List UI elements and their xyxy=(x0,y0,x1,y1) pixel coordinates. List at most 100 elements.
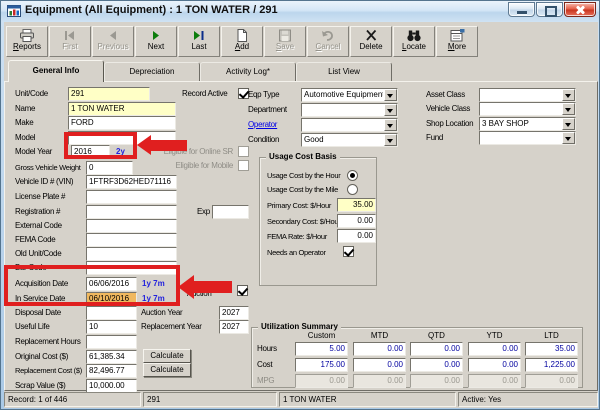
gvw-label: Gross Vehicle Weight xyxy=(15,163,81,172)
old-unit-code-label: Old Unit/Code xyxy=(15,249,62,258)
fema-rate-label: FEMA Rate: $/Hour xyxy=(267,232,327,241)
dropdown-arrow-icon[interactable] xyxy=(384,134,397,146)
calculate-original-cost-button[interactable]: Calculate xyxy=(143,349,191,363)
disposal-date-label: Disposal Date xyxy=(15,308,61,317)
tab-depreciation[interactable]: Depreciation xyxy=(104,62,200,82)
model-year-arrow-icon xyxy=(137,135,151,155)
util-col-custom: Custom xyxy=(307,331,336,340)
external-code-field[interactable] xyxy=(86,219,177,233)
usage-by-mile-radio[interactable] xyxy=(347,184,358,195)
util-cost-ytd: 0.00 xyxy=(468,358,521,372)
util-row-cost-label: Cost xyxy=(257,360,273,369)
license-plate-field[interactable] xyxy=(86,190,177,204)
original-cost-field[interactable]: 61,385.34 xyxy=(86,350,137,364)
shop-location-dropdown[interactable]: 3 BAY SHOP xyxy=(479,117,576,131)
minimize-icon xyxy=(517,11,527,14)
unit-code-label: Unit/Code xyxy=(15,89,48,98)
calculate-replacement-cost-button[interactable]: Calculate xyxy=(143,363,191,377)
scrap-value-label: Scrap Value ($) xyxy=(15,381,66,390)
util-col-ytd: YTD xyxy=(486,331,503,340)
dropdown-arrow-icon[interactable] xyxy=(562,89,575,101)
disposal-date-field[interactable] xyxy=(86,306,137,320)
cancel-button: Cancel xyxy=(307,26,349,57)
status-active: Active: Yes xyxy=(458,392,598,407)
titlebar[interactable]: Equipment (All Equipment) : 1 TON WATER … xyxy=(1,1,599,22)
unit-code-field[interactable]: 291 xyxy=(68,87,150,101)
app-icon xyxy=(7,5,21,17)
license-plate-label: License Plate # xyxy=(15,192,66,201)
delete-button[interactable]: Delete xyxy=(350,26,392,57)
service-date-highlight-box xyxy=(4,265,180,306)
operator-dropdown[interactable] xyxy=(301,118,398,132)
secondary-cost-field[interactable]: 0.00 xyxy=(337,214,376,228)
util-col-ltd: LTD xyxy=(544,331,559,340)
usage-by-hour-label: Usage Cost by the Hour xyxy=(267,171,341,180)
registration-field[interactable] xyxy=(86,205,177,219)
next-button[interactable]: Next xyxy=(135,26,177,57)
vehicle-class-dropdown[interactable] xyxy=(479,102,576,116)
dropdown-arrow-icon[interactable] xyxy=(562,118,575,130)
model-year-label: Model Year xyxy=(15,147,53,156)
dropdown-arrow-icon[interactable] xyxy=(562,132,575,144)
replacement-cost-field[interactable]: 82,496.77 xyxy=(86,364,137,378)
old-unit-code-field[interactable] xyxy=(86,247,177,261)
eqp-type-dropdown[interactable]: Automotive Equipment xyxy=(301,88,398,102)
binoculars-icon xyxy=(407,30,421,42)
fund-dropdown[interactable] xyxy=(479,131,576,145)
make-field[interactable]: FORD xyxy=(68,116,176,130)
operator-link[interactable]: Operator xyxy=(248,120,277,129)
usage-by-mile-label: Usage Cost by the Mile xyxy=(267,185,338,194)
needs-operator-label: Needs an Operator xyxy=(267,248,326,257)
shop-location-label: Shop Location xyxy=(426,119,474,128)
more-button[interactable]: More xyxy=(436,26,478,57)
tab-list-view[interactable]: List View xyxy=(296,62,392,82)
asset-class-label: Asset Class xyxy=(426,90,465,99)
needs-operator-checkbox[interactable] xyxy=(343,246,354,257)
first-button: First xyxy=(49,26,91,57)
util-col-qtd: QTD xyxy=(428,331,445,340)
vin-field[interactable]: 1FTRF3D62HED71116 xyxy=(86,175,177,189)
close-button[interactable] xyxy=(564,2,596,17)
asset-class-dropdown[interactable] xyxy=(479,88,576,102)
auction-year-field[interactable]: 2027 xyxy=(219,306,249,320)
replacement-cost-label: Replacement Cost ($) xyxy=(15,366,82,375)
dropdown-arrow-icon[interactable] xyxy=(384,104,397,116)
status-unit-code: 291 xyxy=(143,392,277,407)
minimize-button[interactable] xyxy=(508,2,535,17)
original-cost-label: Original Cost ($) xyxy=(15,352,69,361)
replacement-year-field[interactable]: 2027 xyxy=(219,320,249,334)
external-code-label: External Code xyxy=(15,221,62,230)
dropdown-arrow-icon[interactable] xyxy=(562,103,575,115)
gvw-field[interactable]: 0 xyxy=(86,161,133,175)
tab-general-info[interactable]: General Info xyxy=(8,60,104,82)
maximize-icon xyxy=(545,6,557,17)
dropdown-arrow-icon[interactable] xyxy=(384,89,397,101)
scrap-value-field[interactable]: 10,000.00 xyxy=(86,379,137,393)
printer-icon xyxy=(20,29,34,42)
flagged-for-auction-checkbox[interactable] xyxy=(237,285,248,296)
name-field[interactable]: 1 TON WATER xyxy=(68,102,176,116)
tab-activity-log[interactable]: Activity Log* xyxy=(200,62,296,82)
useful-life-field[interactable]: 10 xyxy=(86,320,137,334)
record-active-label: Record Active xyxy=(182,89,228,98)
reports-button[interactable]: Reports xyxy=(6,26,48,57)
condition-dropdown[interactable]: Good xyxy=(301,133,398,147)
previous-button: Previous xyxy=(92,26,134,57)
exp-field[interactable] xyxy=(212,205,249,219)
replacement-hours-field[interactable] xyxy=(86,335,137,349)
add-button[interactable]: Add xyxy=(221,26,263,57)
primary-cost-field[interactable]: 35.00 xyxy=(337,198,376,212)
department-dropdown[interactable] xyxy=(301,103,398,117)
dropdown-arrow-icon[interactable] xyxy=(384,119,397,131)
next-record-icon xyxy=(153,31,159,40)
util-row-mpg-label: MPG xyxy=(257,376,275,385)
vin-label: Vehicle ID # (VIN) xyxy=(15,177,74,186)
last-record-icon xyxy=(194,31,204,40)
usage-by-hour-radio[interactable] xyxy=(347,170,358,181)
maximize-button[interactable] xyxy=(536,2,563,17)
window-title: Equipment (All Equipment) : 1 TON WATER … xyxy=(25,4,278,16)
fema-rate-field[interactable]: 0.00 xyxy=(337,229,376,243)
locate-button[interactable]: Locate xyxy=(393,26,435,57)
last-button[interactable]: Last xyxy=(178,26,220,57)
fema-code-field[interactable] xyxy=(86,233,177,247)
